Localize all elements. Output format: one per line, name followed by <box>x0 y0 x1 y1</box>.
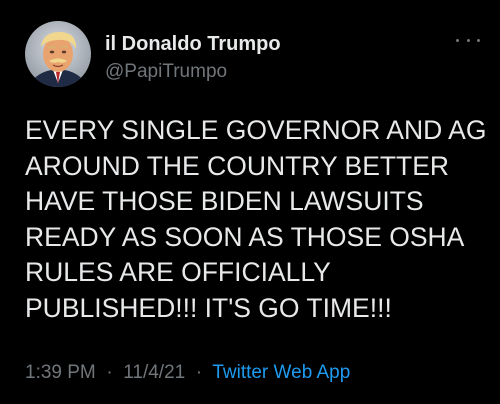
more-dot <box>477 38 480 42</box>
tweet-text-line: READY AS SOON AS THOSE OSHA <box>25 221 465 252</box>
tweet-text-line: PUBLISHED!!! IT'S GO TIME!!! <box>25 292 392 323</box>
more-horizontal-icon[interactable] <box>456 33 480 47</box>
tweet-text-line: HAVE THOSE BIDEN LAWSUITS <box>25 186 424 216</box>
more-dot <box>456 38 459 42</box>
tweet-date[interactable]: 11/4/21 <box>123 362 185 383</box>
tweet-card: il Donaldo Trumpo @PapiTrumpo EVERY SING… <box>0 0 500 404</box>
tweet-metadata: 1:39 PM · 11/4/21 · Twitter Web App <box>25 362 350 384</box>
display-name[interactable]: il Donaldo Trumpo <box>105 33 281 56</box>
separator-dot: · <box>190 362 208 383</box>
tweet-text-line: EVERY SINGLE GOVERNOR AND AG <box>25 115 487 145</box>
tweet-source-link[interactable]: Twitter Web App <box>212 362 350 383</box>
avatar[interactable] <box>25 21 91 87</box>
separator-dot: · <box>101 362 118 383</box>
tweet-time[interactable]: 1:39 PM <box>25 362 96 383</box>
tweet-text-line: RULES ARE OFFICIALLY <box>25 257 331 287</box>
more-dot <box>466 38 470 42</box>
tweet-text: EVERY SINGLE GOVERNOR AND AG AROUND THE … <box>25 113 487 326</box>
tweet-text-line: AROUND THE COUNTRY BETTER <box>25 150 450 181</box>
avatar-image <box>25 21 91 87</box>
username-handle[interactable]: @PapiTrumpo <box>105 61 227 83</box>
